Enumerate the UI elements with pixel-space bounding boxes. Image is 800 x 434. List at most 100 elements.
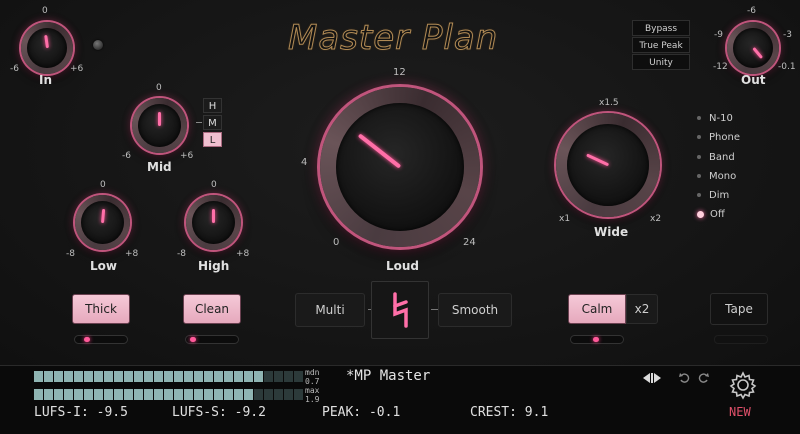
meter-segment xyxy=(124,371,133,382)
lufs-i-readout: LUFS-I: -9.5 xyxy=(34,405,128,420)
unity-button[interactable]: Unity xyxy=(632,54,690,70)
meter-segment xyxy=(194,389,203,400)
meter-segment xyxy=(84,389,93,400)
tape-button[interactable]: Tape xyxy=(710,293,768,325)
meter-segment xyxy=(134,371,143,382)
meter-segment xyxy=(264,389,273,400)
high-knob[interactable] xyxy=(186,195,241,250)
mode-phone[interactable]: Phone xyxy=(697,132,740,143)
plugin-title: Master Plan xyxy=(287,18,499,59)
mid-knob[interactable] xyxy=(132,98,187,153)
loud-tick-4: 4 xyxy=(301,157,308,168)
meter-segment xyxy=(54,389,63,400)
low-tick-center: 0 xyxy=(100,180,106,190)
meter-segment xyxy=(294,371,303,382)
meter-segment xyxy=(44,371,53,382)
wide-label: Wide xyxy=(594,225,629,239)
mode-n10-dot xyxy=(697,116,701,120)
low-label: Low xyxy=(90,259,117,273)
meter-segment xyxy=(254,389,263,400)
loudness-meter-top xyxy=(34,371,303,382)
calm-x2-button[interactable]: x2 xyxy=(626,294,658,324)
out-tick-left: -9 xyxy=(714,30,723,40)
band-m-button[interactable]: M xyxy=(203,115,222,130)
mode-mono-dot xyxy=(697,174,701,178)
low-knob[interactable] xyxy=(75,195,130,250)
meter-segment xyxy=(44,389,53,400)
meter-segment xyxy=(34,371,43,382)
mode-dim[interactable]: Dim xyxy=(697,190,729,201)
logo-button[interactable] xyxy=(371,281,429,339)
loud-tick-24: 24 xyxy=(463,237,476,248)
in-knob[interactable] xyxy=(21,22,73,74)
preset-prev-next-button[interactable] xyxy=(640,370,664,384)
undo-icon xyxy=(679,373,690,383)
true-peak-button[interactable]: True Peak xyxy=(632,37,690,53)
meter-segment xyxy=(274,371,283,382)
low-tick-max: +8 xyxy=(125,249,139,259)
mode-n10[interactable]: N-10 xyxy=(697,113,733,124)
meter-segment xyxy=(74,389,83,400)
loud-tick-0: 0 xyxy=(333,237,340,248)
crest-readout: CREST: 9.1 xyxy=(470,405,549,420)
out-tick-max: -0.1 xyxy=(778,62,796,72)
meter-segment xyxy=(64,389,73,400)
high-tick-center: 0 xyxy=(211,180,217,190)
band-l-button[interactable]: L xyxy=(203,132,222,147)
meter-segment xyxy=(114,389,123,400)
bypass-button[interactable]: Bypass xyxy=(632,20,690,36)
out-tick-min: -12 xyxy=(713,62,728,72)
multi-button[interactable]: Multi xyxy=(295,293,365,327)
in-tick-max: +6 xyxy=(70,64,84,74)
smooth-button[interactable]: Smooth xyxy=(438,293,512,327)
low-tick-min: -8 xyxy=(66,249,75,259)
loud-tick-12: 12 xyxy=(393,67,406,78)
undo-button[interactable] xyxy=(678,370,692,384)
meter-segment xyxy=(124,389,133,400)
natural-sign-icon xyxy=(393,292,408,328)
loud-label: Loud xyxy=(386,259,420,273)
meter-segment xyxy=(34,389,43,400)
high-tick-min: -8 xyxy=(177,249,186,259)
meter-segment xyxy=(94,371,103,382)
peak-readout: PEAK: -0.1 xyxy=(322,405,401,420)
meter-segment xyxy=(214,371,223,382)
calm-button[interactable]: Calm xyxy=(568,294,626,324)
meter-segment xyxy=(164,371,173,382)
meter-segment xyxy=(244,371,253,382)
meter-segment xyxy=(204,371,213,382)
in-tick-center: 0 xyxy=(42,6,48,16)
band-h-button[interactable]: H xyxy=(203,98,222,113)
redo-button[interactable] xyxy=(696,370,710,384)
out-knob[interactable] xyxy=(727,22,779,74)
meter-segment xyxy=(224,371,233,382)
thick-button[interactable]: Thick xyxy=(72,294,130,324)
wide-knob[interactable] xyxy=(556,113,660,217)
settings-button[interactable] xyxy=(728,370,758,400)
mid-label: Mid xyxy=(147,160,172,174)
prev-next-icon xyxy=(643,373,661,383)
meter-segment xyxy=(294,389,303,400)
max-readout: max 1.9 xyxy=(305,386,320,404)
meter-segment xyxy=(174,389,183,400)
meter-segment xyxy=(154,371,163,382)
meter-segment xyxy=(254,371,263,382)
mode-mono[interactable]: Mono xyxy=(697,171,736,182)
thick-indicator xyxy=(74,335,128,344)
preset-name[interactable]: *MP Master xyxy=(346,368,430,384)
high-tick-max: +8 xyxy=(236,249,250,259)
loud-knob[interactable] xyxy=(320,87,480,247)
redo-icon xyxy=(698,373,709,383)
meter-segment xyxy=(184,371,193,382)
meter-segment xyxy=(274,389,283,400)
new-badge[interactable]: NEW xyxy=(729,405,751,419)
mode-off[interactable]: Off xyxy=(697,209,725,220)
wide-tick-max: x2 xyxy=(650,214,662,224)
meter-segment xyxy=(284,389,293,400)
wide-tick-top: x1.5 xyxy=(599,98,619,108)
meter-segment xyxy=(104,371,113,382)
mode-band[interactable]: Band xyxy=(697,152,735,163)
meter-segment xyxy=(184,389,193,400)
meter-segment xyxy=(154,389,163,400)
clean-button[interactable]: Clean xyxy=(183,294,241,324)
